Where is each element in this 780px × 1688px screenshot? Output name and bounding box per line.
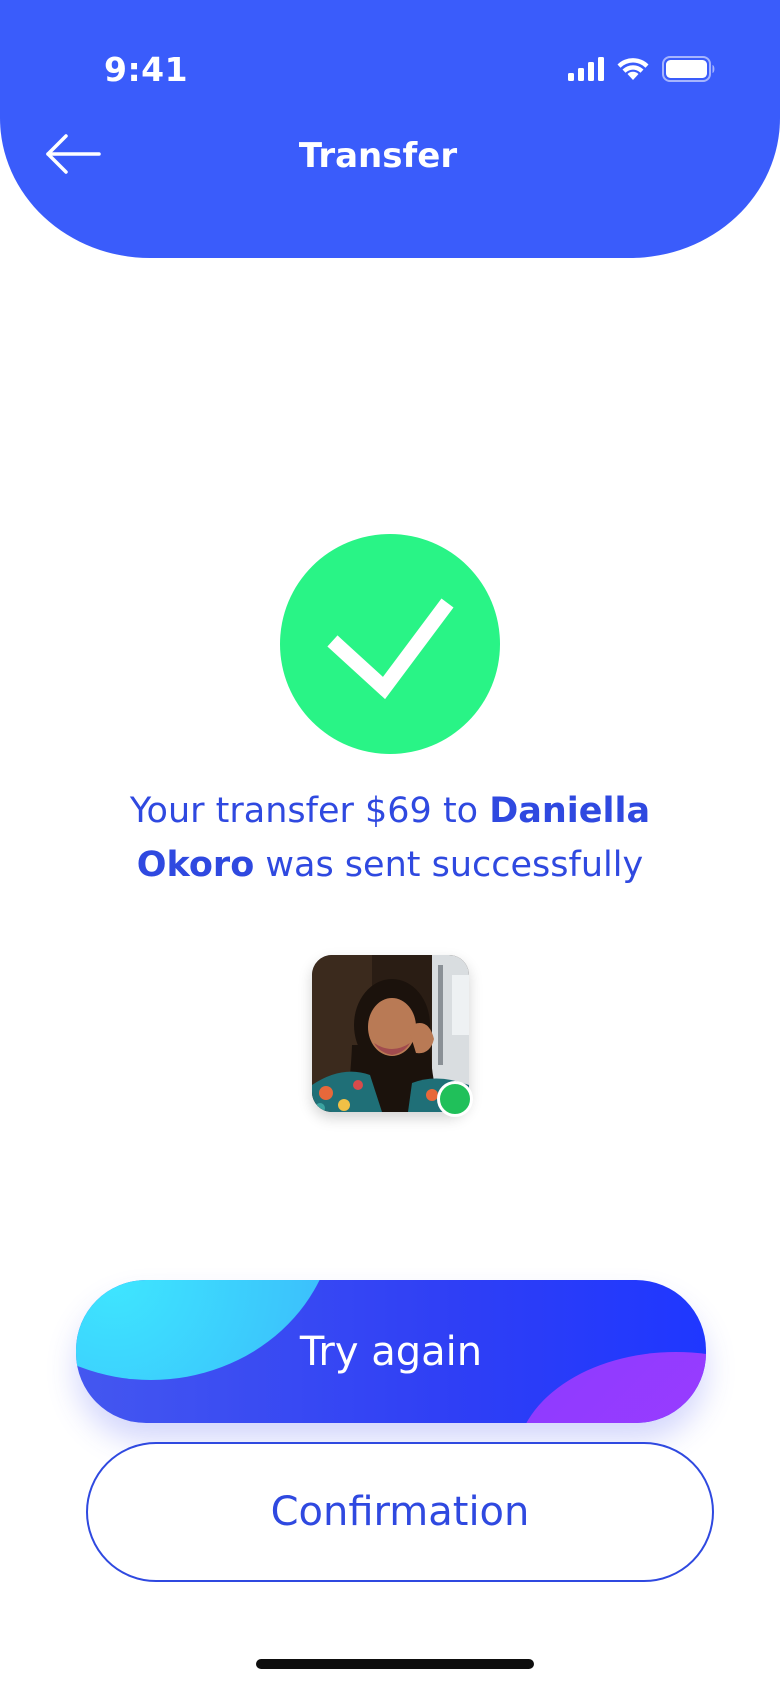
try-again-button[interactable]: Try again bbox=[76, 1280, 706, 1423]
battery-icon bbox=[662, 56, 716, 86]
wifi-icon bbox=[616, 56, 650, 86]
status-bar: 9:41 bbox=[0, 0, 780, 140]
success-badge bbox=[280, 534, 500, 754]
try-again-label: Try again bbox=[299, 1328, 483, 1375]
header: 9:41 Transfer bbox=[0, 0, 780, 258]
online-status-dot bbox=[437, 1081, 473, 1117]
confirmation-label: Confirmation bbox=[270, 1489, 530, 1535]
status-time: 9:41 bbox=[104, 50, 189, 89]
confirmation-button[interactable]: Confirmation bbox=[86, 1442, 714, 1582]
status-icons bbox=[568, 56, 716, 86]
message-prefix: Your transfer $69 to bbox=[129, 791, 490, 831]
cellular-signal-icon bbox=[568, 57, 604, 85]
page-title: Transfer bbox=[298, 136, 458, 176]
recipient-avatar bbox=[312, 955, 473, 1117]
success-message: Your transfer $69 to Daniella Okoro was … bbox=[120, 784, 660, 892]
transfer-success-screen: 9:41 Transfer Your transfer $69 to Danie… bbox=[0, 0, 780, 1688]
home-indicator bbox=[256, 1659, 534, 1669]
message-suffix: was sent successfully bbox=[254, 845, 644, 885]
checkmark-icon bbox=[280, 598, 500, 758]
